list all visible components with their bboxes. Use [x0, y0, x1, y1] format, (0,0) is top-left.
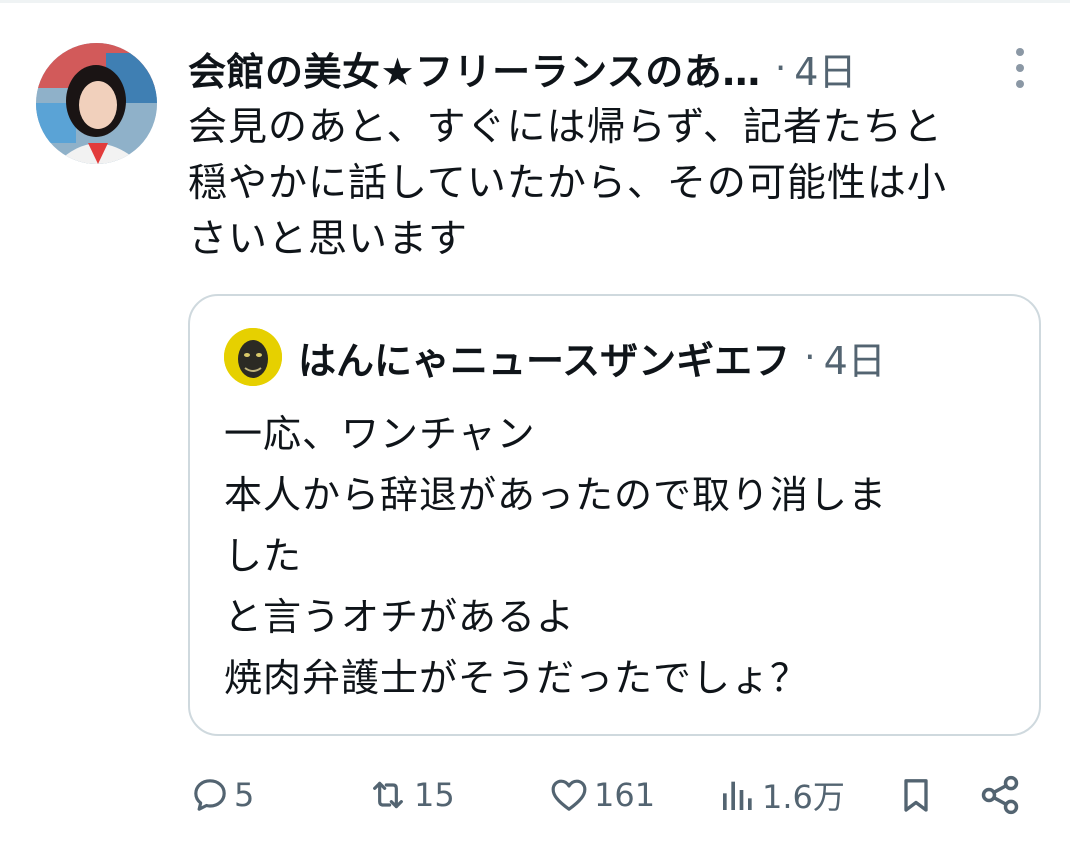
- action-bar: 5 15 161 1.6万: [0, 760, 1070, 830]
- quoted-text-line: 本人から辞退があったので取り消しま: [224, 473, 888, 517]
- view-count: 1.6万: [762, 778, 845, 816]
- quoted-tweet[interactable]: はんにゃニュースザンギエフ · 4日 一応、ワンチャン 本人から辞退があったので…: [188, 294, 1041, 736]
- avatar-image: [36, 43, 157, 164]
- quoted-header: はんにゃニュースザンギエフ · 4日: [298, 326, 886, 388]
- reply-count: 5: [234, 776, 255, 814]
- tweet-header: 会館の美女★フリーランスのあ… · 4日: [188, 40, 1048, 96]
- quoted-text-line: 焼肉弁護士がそうだったでしょ？: [224, 656, 810, 700]
- quoted-text: 一応、ワンチャン 本人から辞退があったので取り消しま した と言うオチがあるよ …: [224, 404, 1024, 709]
- quoted-author-name: はんにゃニュースザンギエフ: [298, 338, 791, 383]
- retweet-icon: [373, 781, 403, 809]
- share-icon: [981, 775, 1019, 815]
- bookmark-icon: [904, 779, 928, 812]
- quoted-text-line: と言うオチがあるよ: [224, 595, 576, 639]
- reply-button[interactable]: 5: [190, 760, 254, 830]
- share-button[interactable]: [978, 760, 1022, 830]
- quoted-avatar-image: [224, 328, 282, 386]
- reply-icon: [194, 779, 226, 811]
- tweet-text-line: 会見のあと、すぐには帰らず、記者たちと: [188, 105, 943, 150]
- bookmark-button[interactable]: [896, 760, 936, 830]
- quoted-header-separator: ·: [804, 336, 816, 378]
- quoted-author-avatar: [224, 328, 282, 386]
- views-icon: [723, 781, 752, 810]
- author-avatar[interactable]: [36, 43, 157, 164]
- more-icon[interactable]: [1008, 48, 1032, 88]
- tweet-text-line: 穏やかに話していたから、その可能性は小: [188, 161, 947, 206]
- top-divider: [0, 0, 1070, 3]
- tweet-text-line: さいと思います: [188, 217, 469, 262]
- heart-icon: [551, 779, 587, 811]
- author-name[interactable]: 会館の美女★フリーランスのあ…: [188, 41, 761, 96]
- tweet-timestamp[interactable]: 4日: [794, 41, 856, 96]
- tweet-text: 会見のあと、すぐには帰らず、記者たちと 穏やかに話していたから、その可能性は小 …: [188, 100, 1048, 268]
- like-button[interactable]: 161: [548, 760, 655, 830]
- retweet-button[interactable]: 15: [366, 760, 455, 830]
- views-button[interactable]: 1.6万: [718, 760, 845, 830]
- header-separator: ·: [774, 47, 787, 89]
- quoted-timestamp: 4日: [823, 338, 886, 383]
- retweet-count: 15: [414, 776, 455, 814]
- quoted-text-line: した: [224, 534, 303, 578]
- quoted-text-line: 一応、ワンチャン: [224, 412, 536, 456]
- like-count: 161: [594, 776, 656, 814]
